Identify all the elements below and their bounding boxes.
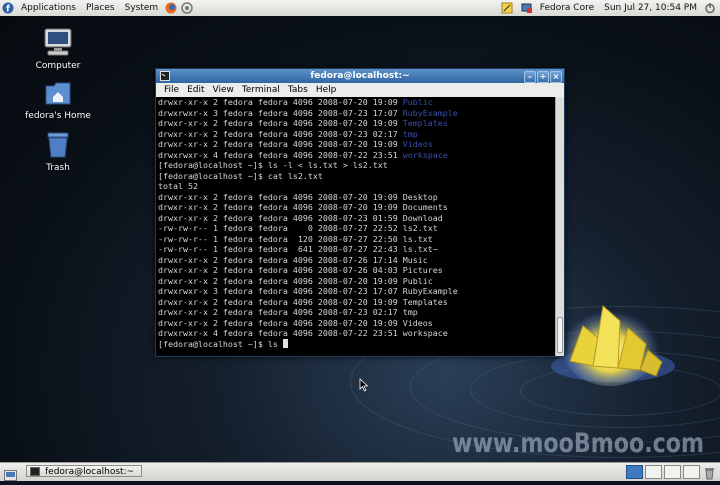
system-menu[interactable]: System (120, 3, 164, 13)
terminal-line: drwxr-xr-x 2 fedora fedora 4096 2008-07-… (158, 128, 418, 139)
places-menu[interactable]: Places (81, 3, 120, 13)
menu-view[interactable]: View (209, 85, 238, 95)
terminal-line: -rw-rw-r-- 1 fedora fedora 0 2008-07-27 … (158, 223, 438, 233)
network-icon[interactable] (521, 2, 533, 14)
text-cursor (282, 338, 288, 348)
trash-icon (23, 130, 93, 161)
terminal-output[interactable]: drwxr-xr-x 2 fedora fedora 4096 2008-07-… (156, 97, 558, 356)
terminal-line: drwxr-xr-x 2 fedora fedora 4096 2008-07-… (158, 139, 433, 149)
terminal-window[interactable]: fedora@localhost:~ – + × File Edit View … (155, 68, 565, 357)
terminal-line: drwxr-xr-x 2 fedora fedora 4096 2008-07-… (158, 275, 433, 286)
desktop-icon-home[interactable]: fedora's Home (23, 80, 93, 121)
desktop-icon-trash[interactable]: Trash (23, 130, 93, 173)
desktop-icon-label: Computer (35, 61, 81, 71)
computer-icon (23, 28, 93, 59)
email-icon[interactable] (181, 2, 193, 14)
menu-tabs[interactable]: Tabs (284, 85, 312, 95)
terminal-scrollbar[interactable] (555, 97, 564, 356)
terminal-task-icon (30, 467, 40, 480)
terminal-menubar: File Edit View Terminal Tabs Help (156, 83, 564, 98)
terminal-line: -rw-rw-r-- 1 fedora fedora 120 2008-07-2… (158, 233, 433, 244)
terminal-line: [fedora@localhost ~]$ ls -l < ls.txt > l… (158, 160, 388, 170)
terminal-line: drwxr-xr-x 2 fedora fedora 4096 2008-07-… (158, 202, 448, 212)
mouse-pointer-icon (359, 378, 369, 392)
terminal-line: drwxrwxr-x 4 fedora fedora 4096 2008-07-… (158, 328, 448, 338)
clock[interactable]: Sun Jul 27, 10:54 PM (599, 3, 702, 13)
terminal-line: drwxr-xr-x 2 fedora fedora 4096 2008-07-… (158, 296, 448, 307)
desktop-icon-label: fedora's Home (25, 111, 91, 121)
close-button[interactable]: × (550, 71, 562, 83)
terminal-line: drwxrwxr-x 3 fedora fedora 4096 2008-07-… (158, 107, 458, 118)
terminal-line: drwxr-xr-x 2 fedora fedora 4096 2008-07-… (158, 307, 418, 317)
workspace-switcher-2[interactable] (645, 465, 662, 479)
desktop-icon-label: Trash (46, 163, 70, 173)
home-folder-icon (23, 80, 93, 109)
terminal-title-bar[interactable]: fedora@localhost:~ – + × (156, 69, 564, 83)
show-desktop-icon[interactable] (4, 466, 17, 485)
network-label[interactable]: Fedora Core (535, 3, 599, 13)
desktop-icon-computer[interactable]: Computer (23, 28, 93, 71)
terminal-app-icon[interactable] (160, 71, 170, 86)
scrollbar-thumb[interactable] (557, 317, 563, 353)
workspace-switcher-1[interactable] (626, 465, 643, 479)
terminal-line: total 52 (158, 181, 198, 191)
terminal-line: drwxr-xr-x 2 fedora fedora 4096 2008-07-… (158, 212, 443, 223)
menu-file[interactable]: File (160, 85, 183, 95)
minimize-button[interactable]: – (524, 71, 536, 83)
trash-applet-icon[interactable] (704, 465, 715, 484)
terminal-line: drwxr-xr-x 2 fedora fedora 4096 2008-07-… (158, 317, 433, 328)
terminal-line: drwxr-xr-x 2 fedora fedora 4096 2008-07-… (158, 265, 443, 275)
terminal-line: drwxrwxr-x 3 fedora fedora 4096 2008-07-… (158, 286, 458, 296)
taskbar-window-label: fedora@localhost:~ (45, 467, 135, 477)
maximize-button[interactable]: + (537, 71, 549, 83)
terminal-title: fedora@localhost:~ (310, 71, 410, 81)
terminal-line: drwxr-xr-x 2 fedora fedora 4096 2008-07-… (158, 118, 448, 128)
svg-text:f: f (6, 5, 10, 15)
power-icon[interactable] (704, 2, 716, 14)
workspace-switcher-3[interactable] (664, 465, 681, 479)
terminal-line: drwxr-xr-x 2 fedora fedora 4096 2008-07-… (158, 254, 428, 265)
menu-help[interactable]: Help (312, 85, 341, 95)
watermark: www.mooBmoo.com (452, 428, 705, 459)
top-panel: f Applications Places System Fedora Core… (0, 0, 720, 17)
notes-icon[interactable] (501, 2, 513, 14)
menu-edit[interactable]: Edit (183, 85, 208, 95)
terminal-line: -rw-rw-r-- 1 fedora fedora 641 2008-07-2… (158, 244, 438, 254)
menu-terminal[interactable]: Terminal (238, 85, 284, 95)
workspace-switcher-4[interactable] (683, 465, 700, 479)
terminal-line: [fedora@localhost ~]$ cat ls2.txt (158, 170, 323, 181)
taskbar-window-button[interactable]: fedora@localhost:~ (26, 465, 142, 477)
fedora-logo-icon[interactable]: f (2, 2, 14, 15)
applications-menu[interactable]: Applications (16, 3, 81, 13)
firefox-icon[interactable] (165, 2, 177, 14)
glowing-crystal-graphic (551, 302, 675, 386)
terminal-line: drwxr-xr-x 2 fedora fedora 4096 2008-07-… (158, 191, 438, 202)
terminal-prompt-line[interactable]: [fedora@localhost ~]$ ls (158, 338, 558, 350)
terminal-line: drwxr-xr-x 2 fedora fedora 4096 2008-07-… (158, 97, 433, 107)
terminal-line: drwxrwxr-x 4 fedora fedora 4096 2008-07-… (158, 149, 448, 160)
